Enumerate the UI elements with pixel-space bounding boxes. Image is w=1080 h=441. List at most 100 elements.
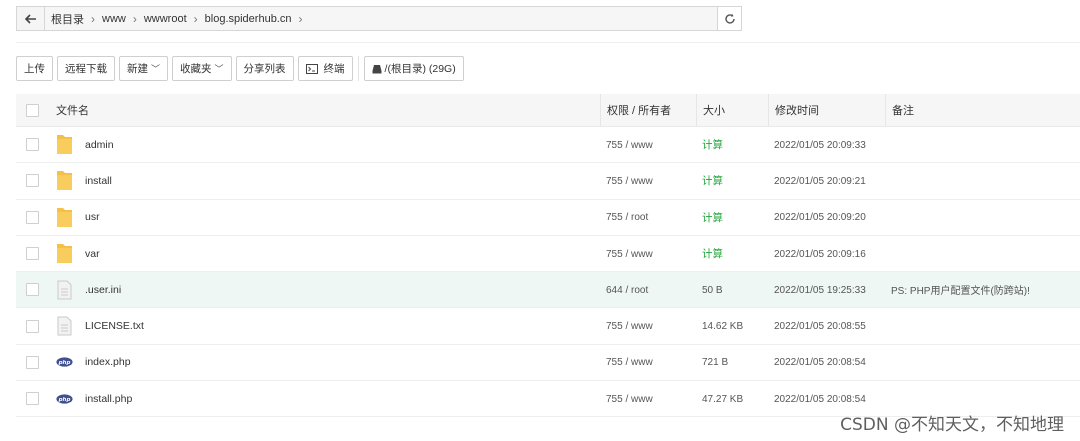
- terminal-button[interactable]: 终端: [297, 56, 353, 81]
- file-name[interactable]: index.php: [85, 356, 131, 368]
- table-row[interactable]: admin 755 / www 计算 2022/01/05 20:09:33: [16, 127, 1080, 164]
- mtime-cell: 2022/01/05 20:09:16: [768, 248, 885, 260]
- size-cell: 14.62 KB: [696, 320, 768, 332]
- file-note[interactable]: PS: PHP用户配置文件(防跨站)!: [891, 286, 1030, 297]
- size-cell: 计算: [696, 173, 768, 188]
- header-perm[interactable]: 权限 / 所有者: [600, 93, 696, 127]
- row-checkbox[interactable]: [25, 210, 39, 224]
- row-select-cell: [16, 247, 48, 261]
- perm-cell: 755 / www: [600, 393, 696, 405]
- chevron-right-icon: ›: [132, 11, 137, 26]
- table-row[interactable]: var 755 / www 计算 2022/01/05 20:09:16: [16, 235, 1080, 273]
- share-list-label: 分享列表: [243, 63, 286, 75]
- file-name-cell: admin: [48, 133, 600, 156]
- share-list-button[interactable]: 分享列表: [235, 56, 294, 81]
- header-mtime-label: 修改时间: [775, 105, 819, 117]
- file-name[interactable]: .user.ini: [85, 284, 121, 296]
- row-select-cell: [16, 283, 48, 297]
- file-perm[interactable]: 755 / www: [606, 249, 653, 260]
- file-type-icon: [56, 278, 73, 301]
- favorites-button[interactable]: 收藏夹 ﹀: [172, 56, 232, 81]
- select-all-cell: [16, 103, 48, 117]
- remote-download-button[interactable]: 远程下载: [57, 56, 115, 81]
- file-mtime: 2022/01/05 20:09:16: [774, 248, 866, 260]
- mtime-cell: 2022/01/05 20:08:55: [768, 320, 885, 332]
- breadcrumb-www[interactable]: www: [102, 13, 126, 25]
- header-name[interactable]: 文件名: [48, 102, 600, 118]
- file-perm[interactable]: 755 / www: [606, 176, 653, 187]
- back-button[interactable]: [17, 7, 45, 30]
- calc-size-link[interactable]: 计算: [702, 175, 723, 187]
- divider: [16, 42, 1080, 43]
- file-mtime: 2022/01/05 19:25:33: [774, 284, 866, 296]
- table-row[interactable]: LICENSE.txt 755 / www 14.62 KB 2022/01/05 2…: [16, 308, 1080, 345]
- file-mtime: 2022/01/05 20:09:33: [774, 139, 866, 151]
- file-perm[interactable]: 755 / www: [606, 357, 653, 368]
- mtime-cell: 2022/01/05 20:09:20: [768, 211, 885, 223]
- row-checkbox[interactable]: [25, 247, 39, 261]
- table-row[interactable]: usr 755 / root 计算 2022/01/05 20:09:20: [16, 199, 1080, 236]
- watermark: CSDN @不知天文，不知地理: [840, 415, 1064, 435]
- file-type-icon: [56, 315, 73, 338]
- breadcrumb-root[interactable]: 根目录: [51, 11, 84, 27]
- folder-icon: [57, 171, 72, 191]
- file-type-icon: [56, 242, 73, 265]
- chevron-down-icon: ﹀: [214, 64, 224, 74]
- table-row[interactable]: install 755 / www 计算 2022/01/05 20:09:21: [16, 163, 1080, 200]
- row-checkbox[interactable]: [25, 283, 39, 297]
- file-name-cell: usr: [48, 206, 600, 229]
- table-row[interactable]: .user.ini 644 / root 50 B 2022/01/05 19:25:…: [16, 272, 1080, 309]
- file-perm[interactable]: 644 / root: [606, 285, 648, 296]
- file-perm[interactable]: 755 / www: [606, 394, 653, 405]
- row-checkbox[interactable]: [25, 319, 39, 333]
- header-note: 备注: [885, 93, 1080, 127]
- mtime-cell: 2022/01/05 20:09:21: [768, 175, 885, 187]
- row-checkbox[interactable]: [25, 174, 39, 188]
- table-row[interactable]: php index.php 755 / www 721 B 2022/01/05 20:…: [16, 344, 1080, 382]
- file-perm[interactable]: 755 / www: [606, 321, 653, 332]
- file-perm[interactable]: 755 / root: [606, 212, 648, 223]
- table-header: 文件名 权限 / 所有者 大小 修改时间 备注: [16, 93, 1080, 127]
- svg-text:php: php: [58, 397, 71, 403]
- select-all-checkbox[interactable]: [25, 103, 39, 117]
- breadcrumb-site[interactable]: blog.spiderhub.cn: [205, 13, 292, 25]
- row-checkbox[interactable]: [25, 355, 39, 369]
- file-name-cell: LICENSE.txt: [48, 315, 600, 338]
- chevron-right-icon: ›: [193, 11, 198, 26]
- mtime-cell: 2022/01/05 20:08:54: [768, 393, 885, 405]
- header-mtime[interactable]: 修改时间: [768, 93, 885, 127]
- perm-cell: 644 / root: [600, 284, 696, 296]
- calc-size-link[interactable]: 计算: [702, 248, 723, 260]
- refresh-button[interactable]: [717, 7, 741, 30]
- file-size: 50 B: [702, 284, 723, 296]
- row-checkbox[interactable]: [25, 138, 39, 152]
- file-name[interactable]: usr: [85, 211, 100, 223]
- file-name[interactable]: install: [85, 175, 112, 187]
- file-name[interactable]: LICENSE.txt: [85, 320, 144, 332]
- row-checkbox[interactable]: [25, 392, 39, 406]
- header-size[interactable]: 大小: [696, 93, 768, 127]
- file-type-icon: [56, 206, 73, 229]
- favorites-label: 收藏夹: [180, 63, 212, 75]
- upload-button[interactable]: 上传: [16, 56, 53, 81]
- row-select-cell: [16, 138, 48, 152]
- calc-size-link[interactable]: 计算: [702, 139, 723, 151]
- calc-size-link[interactable]: 计算: [702, 212, 723, 224]
- file-type-icon: php: [56, 387, 73, 410]
- file-mtime: 2022/01/05 20:08:54: [774, 357, 866, 369]
- file-name[interactable]: var: [85, 248, 100, 260]
- header-note-label: 备注: [892, 105, 914, 117]
- new-button[interactable]: 新建 ﹀: [119, 56, 169, 81]
- file-perm[interactable]: 755 / www: [606, 140, 653, 151]
- chevron-right-icon: ›: [91, 11, 95, 26]
- row-select-cell: [16, 319, 48, 333]
- refresh-icon: [724, 13, 735, 24]
- header-perm-label: 权限 / 所有者: [607, 105, 672, 117]
- upload-label: 上传: [24, 63, 45, 75]
- file-name-cell: var: [48, 242, 600, 265]
- file-type-icon: php: [56, 351, 73, 374]
- disk-button[interactable]: /(根目录) (29G): [363, 56, 464, 81]
- file-name[interactable]: admin: [85, 139, 114, 151]
- breadcrumb-wwwroot[interactable]: wwwroot: [144, 13, 187, 25]
- file-name[interactable]: install.php: [85, 393, 132, 405]
